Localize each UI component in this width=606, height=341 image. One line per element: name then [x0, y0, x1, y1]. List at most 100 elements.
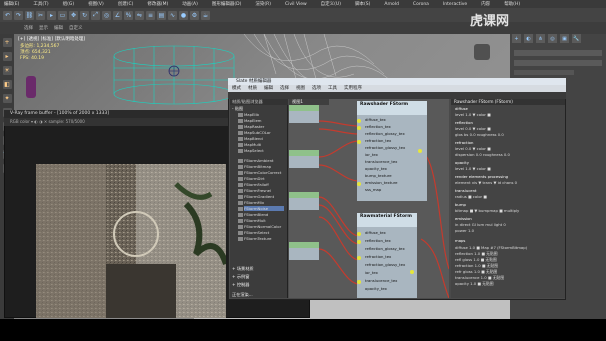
align-icon[interactable]: ≡	[146, 10, 155, 20]
param-map-row[interactable]: diffuse 1.0 ■ Map #7 (FStormBitmap)	[455, 245, 527, 250]
menu-item[interactable]: 渲染(R)	[255, 1, 271, 7]
param-map-row[interactable]: reflection 1.0 ■ 无贴图	[455, 251, 498, 256]
browser-item[interactable]: MapMulti	[244, 142, 284, 147]
hierarchy-tab-icon[interactable]: ⋔	[536, 34, 545, 43]
move-icon[interactable]: ✥	[69, 10, 78, 20]
node-slot[interactable]: sss_map	[357, 186, 381, 193]
browser-item[interactable]: FStormSelect	[244, 230, 284, 235]
slate-menu-item[interactable]: 工具	[328, 85, 337, 92]
node-slot[interactable]: reflection_glossy_tex	[357, 130, 405, 137]
browser-item[interactable]: FStormColorCorrect	[244, 170, 284, 175]
browser-item-selected[interactable]: FStormNoise	[244, 206, 284, 211]
menu-item[interactable]: 组(G)	[63, 1, 75, 7]
create-tab-icon[interactable]: +	[512, 34, 521, 43]
param-map-row[interactable]: refl gloss 1.0 ■ 无贴图	[455, 257, 497, 262]
node-slot[interactable]: refraction_tex	[357, 137, 391, 144]
light-icon[interactable]: ☀	[2, 66, 12, 75]
browser-item[interactable]: FStormAmbient	[244, 158, 284, 163]
material-editor-icon[interactable]: ●	[179, 10, 188, 20]
utilities-tab-icon[interactable]: 🔧	[572, 34, 581, 43]
param-row[interactable]: glos bs 0.0 roughness 0.0	[455, 132, 504, 137]
slot-connector-icon[interactable]	[357, 280, 361, 284]
ribbon-tab[interactable]: 选择	[24, 25, 33, 31]
angle-snap-icon[interactable]: ∠	[113, 10, 122, 20]
browser-item[interactable]: FStormMix	[244, 200, 284, 205]
menu-item[interactable]: Civil View	[285, 2, 307, 7]
node-slot[interactable]: diffuse_tex	[357, 229, 386, 236]
slate-menu-item[interactable]: 模式	[232, 85, 241, 92]
menu-item[interactable]: 动画(A)	[182, 1, 198, 7]
node-slot[interactable]: translucence_tex	[357, 158, 397, 165]
node-slot[interactable]: ior_tex	[357, 151, 378, 158]
param-map-row[interactable]: refr gloss 1.0 ■ 无贴图	[455, 269, 497, 274]
curve-editor-icon[interactable]: ∿	[168, 10, 177, 20]
select-tool-icon[interactable]: ▸	[2, 52, 12, 61]
render-icon[interactable]: ☕	[201, 10, 210, 20]
rotate-icon[interactable]: ↻	[80, 10, 89, 20]
bitmap-node[interactable]	[289, 198, 319, 210]
param-map-row[interactable]: refraction 1.0 ■ 无贴图	[455, 263, 498, 268]
command-panel-field[interactable]	[514, 50, 602, 56]
camera-icon[interactable]: ◧	[2, 80, 12, 89]
param-row[interactable]: element vis ▼ trans ▼ id chans 0	[455, 180, 517, 185]
menu-item[interactable]: 创建(C)	[118, 1, 134, 7]
redo-icon[interactable]: ↷	[14, 10, 23, 20]
node-slot[interactable]: bump_texture	[357, 172, 392, 179]
slot-connector-icon[interactable]	[357, 182, 361, 186]
browser-item[interactable]: MapSelect	[244, 148, 284, 153]
node-slot[interactable]: refraction_tex	[357, 253, 391, 260]
browser-item[interactable]: MapSubCOLor	[244, 130, 284, 135]
slot-connector-icon[interactable]	[357, 232, 361, 236]
param-row[interactable]: radius ■ color ■	[455, 194, 487, 199]
browser-item[interactable]: FStormFalloff	[244, 182, 284, 187]
menu-item[interactable]: Arnold	[384, 2, 399, 7]
node-slot[interactable]: opacity_tex	[357, 165, 387, 172]
node-slot[interactable]: reflection_tex	[357, 123, 391, 130]
slate-menu-item[interactable]: 实用程序	[344, 85, 362, 92]
node-slot[interactable]: refraction_glossy_tex	[357, 261, 405, 268]
unlink-icon[interactable]: ✂	[36, 10, 45, 20]
undo-icon[interactable]: ↶	[3, 10, 12, 20]
browser-item[interactable]: FStormBlend	[244, 212, 284, 217]
render-setup-icon[interactable]: ⚙	[190, 10, 199, 20]
ribbon-tab[interactable]: 自定义	[69, 25, 83, 31]
browser-group[interactable]: + 场景材质	[232, 266, 286, 272]
command-panel-field[interactable]	[514, 60, 602, 66]
browser-item[interactable]: MapRaster	[244, 124, 284, 129]
menu-item[interactable]: 自定义(U)	[321, 1, 341, 7]
slot-connector-icon[interactable]	[357, 126, 361, 130]
menu-item[interactable]: 图形编辑器(D)	[212, 1, 241, 7]
node-slot[interactable]: ior_tex	[357, 269, 378, 276]
menu-item[interactable]: Corona	[413, 2, 429, 7]
menu-item[interactable]: 修改器(M)	[147, 1, 168, 7]
menu-item[interactable]: 内容	[481, 1, 490, 7]
menu-item[interactable]: Interactive	[443, 2, 467, 7]
param-row[interactable]: power 1.0	[455, 228, 474, 233]
layers-icon[interactable]: ▤	[157, 10, 166, 20]
slot-connector-icon[interactable]	[357, 256, 361, 260]
menu-item[interactable]: 帮助(H)	[504, 1, 520, 7]
shader-node-2-title[interactable]: Rawmaterial FStorm	[357, 213, 417, 227]
menu-item[interactable]: 视图(V)	[88, 1, 104, 7]
param-row[interactable]: level 1.0 ▼ color ■	[455, 166, 491, 171]
shader-node-1-title[interactable]: Rawshader FStorm	[357, 101, 427, 115]
browser-header[interactable]: 材质/贴图浏览器	[230, 99, 288, 105]
menu-item[interactable]: 工具(T)	[33, 1, 48, 7]
browser-item[interactable]: MapBlend	[244, 136, 284, 141]
ribbon-tab[interactable]: 显示	[39, 25, 48, 31]
slot-connector-icon[interactable]	[357, 119, 361, 123]
param-row[interactable]: in direct GI lum mul light 0	[455, 222, 506, 227]
node-slot[interactable]: diffuse_tex	[357, 116, 386, 123]
slate-menu-item[interactable]: 视图	[296, 85, 305, 92]
node-slot[interactable]: reflection_glossy_tex	[357, 245, 405, 252]
browser-item[interactable]: FStormGradient	[244, 194, 284, 199]
slot-connector-icon[interactable]	[357, 240, 361, 244]
display-tab-icon[interactable]: ▣	[560, 34, 569, 43]
ribbon-tab[interactable]: 编辑	[54, 25, 63, 31]
motion-tab-icon[interactable]: ◎	[548, 34, 557, 43]
node-slot[interactable]: translucence_tex	[357, 277, 397, 284]
param-row[interactable]: bitmap ■ ▼ bumpmap ■ multiply	[455, 208, 519, 213]
percent-snap-icon[interactable]: %	[124, 10, 133, 20]
link-icon[interactable]: ⛓	[25, 10, 34, 20]
slate-editor-title[interactable]: Slate 材质编辑器	[228, 78, 566, 85]
